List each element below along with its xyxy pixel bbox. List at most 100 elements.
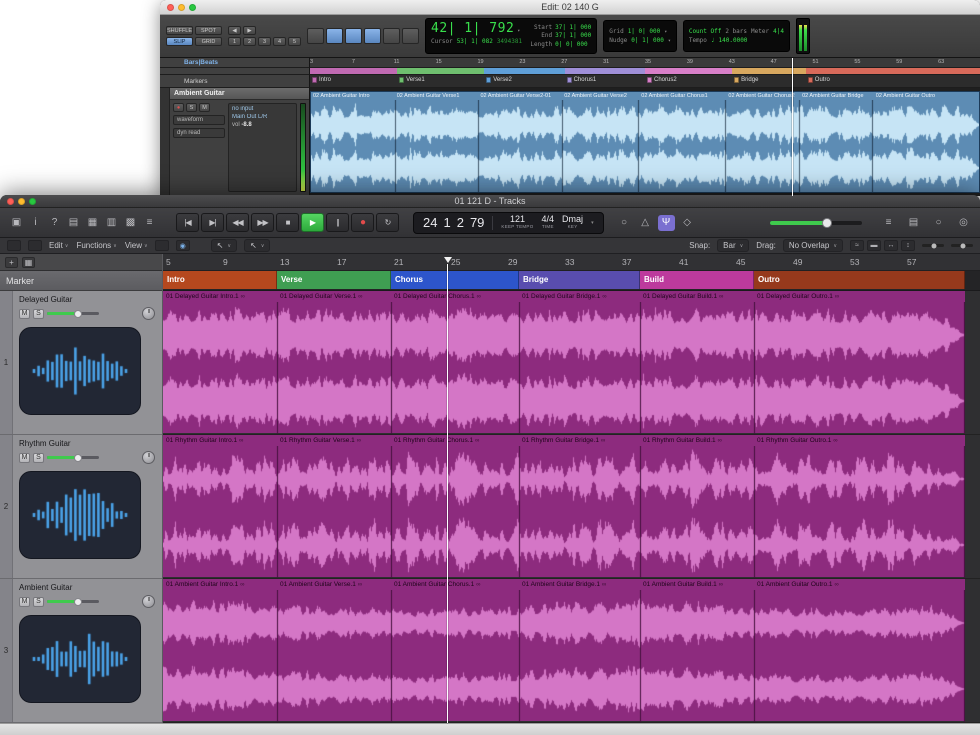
audio-region[interactable]: 01 Ambient Guitar Outro.1∞ xyxy=(754,579,965,722)
pt-session-display[interactable]: Count Off 2 bars Meter 4|4 Tempo ♩ 140.0… xyxy=(683,20,790,52)
note-pads-icon[interactable]: ▤ xyxy=(905,215,922,231)
zoom-preset-5-button[interactable]: 5 xyxy=(288,37,301,46)
solo-button[interactable]: S xyxy=(33,309,44,319)
pt-marker-outro[interactable]: Outro xyxy=(808,77,830,83)
mixer-icon[interactable]: ▥ xyxy=(103,215,120,231)
volume-thumb[interactable] xyxy=(74,310,82,318)
pt-field-value[interactable]: 0| 0| 000 xyxy=(555,41,588,48)
close-button[interactable] xyxy=(7,198,14,205)
zoom-preset-1-button[interactable]: 1 xyxy=(228,37,241,46)
smart-controls-icon[interactable]: ▦ xyxy=(84,215,101,231)
trim-tool-button[interactable] xyxy=(307,28,324,44)
edit-mode-slip-button[interactable]: SLIP xyxy=(166,37,193,46)
browsers-icon[interactable]: ◎ xyxy=(955,215,972,231)
edit-mode-shuffle-button[interactable]: SHUFFLE xyxy=(166,26,193,35)
inspector-icon[interactable]: i xyxy=(27,215,44,231)
pt-field-value[interactable]: 37| 1| 000 xyxy=(555,24,591,31)
functions-menu[interactable]: Functions∨ xyxy=(76,241,116,250)
pan-knob[interactable] xyxy=(142,307,155,320)
pt-marker-verse2[interactable]: Verse2 xyxy=(486,77,512,83)
playhead-handle[interactable] xyxy=(444,257,452,263)
chevron-down-icon[interactable]: ▾ xyxy=(664,29,667,35)
pt-tempo-value[interactable]: 140.0000 xyxy=(719,37,748,44)
minimize-button[interactable] xyxy=(178,4,185,11)
audio-region[interactable]: 01 Ambient Guitar Intro.1∞ xyxy=(163,579,277,722)
pt-audio-region[interactable]: 02 Ambient Guitar Verse2 xyxy=(562,92,639,192)
zoom-in-button[interactable]: ▶ xyxy=(243,26,256,35)
edit-menu[interactable]: Edit∨ xyxy=(49,241,68,250)
pt-marker-verse1[interactable]: Verse1 xyxy=(399,77,425,83)
pt-solo-button[interactable]: S xyxy=(186,103,197,112)
go-to-end-button[interactable]: ▶| xyxy=(201,213,224,232)
edit-mode-spot-button[interactable]: SPOT xyxy=(195,26,222,35)
audio-region[interactable]: 01 Ambient Guitar Chorus.1∞ xyxy=(391,579,519,722)
audio-region[interactable]: 01 Ambient Guitar Bridge.1∞ xyxy=(519,579,640,722)
marker-chorus[interactable]: Chorus xyxy=(391,271,519,289)
main-window-icon[interactable]: ▣ xyxy=(8,215,25,231)
smart-tool-button[interactable] xyxy=(402,28,419,44)
audio-region[interactable]: 01 Rhythm Guitar Outro.1∞ xyxy=(754,435,965,578)
record-button[interactable]: ● xyxy=(351,213,374,232)
lcd-tempo[interactable]: 121 KEEP TEMPO xyxy=(501,215,533,230)
pt-main-counter[interactable]: 42| 1| 792 ▾ Cursor 53| 1| 082 3494381 S… xyxy=(425,18,597,54)
minimize-button[interactable] xyxy=(18,198,25,205)
audio-region[interactable]: 01 Delayed Guitar Outro.1∞ xyxy=(754,291,965,434)
pt-count-off-label[interactable]: Count Off xyxy=(689,28,722,35)
protools-titlebar[interactable]: Edit: 02 140 G xyxy=(160,0,980,15)
metronome-icon[interactable]: △ xyxy=(637,215,654,231)
audio-region[interactable]: 01 Delayed Guitar Verse.1∞ xyxy=(277,291,391,434)
audio-region[interactable]: 01 Delayed Guitar Bridge.1∞ xyxy=(519,291,640,434)
track-name[interactable]: Ambient Guitar xyxy=(19,583,155,592)
pt-audio-region[interactable]: 02 Ambient Guitar Chorus2 xyxy=(726,92,800,192)
v-zoom-slider[interactable] xyxy=(951,244,973,247)
logic-titlebar[interactable]: 01 121 D - Tracks xyxy=(0,195,980,208)
bar-ruler[interactable]: 59131721252933374145495357 xyxy=(163,254,980,271)
pt-ruler-label[interactable]: Bars|Beats xyxy=(184,59,218,66)
v-zoom-icon[interactable]: ↕ xyxy=(901,240,915,251)
grabber-tool-button[interactable] xyxy=(345,28,362,44)
quick-help-icon[interactable]: ? xyxy=(46,215,63,231)
pt-track-name[interactable]: Ambient Guitar xyxy=(170,88,309,100)
pt-audio-region[interactable]: 02 Ambient Guitar Verse1 xyxy=(395,92,479,192)
pt-input-selector[interactable]: no input xyxy=(232,106,293,112)
pause-button[interactable]: || xyxy=(326,213,349,232)
playhead[interactable] xyxy=(447,264,448,723)
mute-button[interactable]: M xyxy=(19,453,30,463)
stop-button[interactable]: ■ xyxy=(276,213,299,232)
marker-outro[interactable]: Outro xyxy=(754,271,965,289)
zoom-out-button[interactable]: ◀ xyxy=(228,26,241,35)
selector-tool-button[interactable] xyxy=(326,28,343,44)
list-icon[interactable]: ≡ xyxy=(141,215,158,231)
marker-intro[interactable]: Intro xyxy=(163,271,277,289)
track-volume-slider[interactable] xyxy=(47,312,99,315)
count-in-icon[interactable]: ○ xyxy=(616,215,633,231)
pt-record-enable-button[interactable]: ● xyxy=(173,103,184,112)
master-icon[interactable]: ◇ xyxy=(679,215,696,231)
lcd-key[interactable]: Dmaj KEY xyxy=(562,215,583,230)
pt-track-view-selector[interactable]: waveform xyxy=(173,115,225,125)
pt-grid-nudge-display[interactable]: Grid 1| 0| 000 ▾ Nudge 0| 1| 000 ▾ xyxy=(603,20,677,52)
tuner-icon[interactable]: Ψ xyxy=(658,215,675,231)
audio-region[interactable]: 01 Rhythm Guitar Bridge.1∞ xyxy=(519,435,640,578)
cmd-click-tool-menu[interactable]: ↖ ∨ xyxy=(244,239,270,252)
volume-slider-track[interactable] xyxy=(770,221,862,225)
loop-browser-icon[interactable]: ○ xyxy=(930,215,947,231)
track-header-3[interactable]: 3Ambient GuitarMS xyxy=(0,579,162,723)
pt-marker-intro[interactable]: Intro xyxy=(312,77,331,83)
chevron-down-icon[interactable]: ▾ xyxy=(668,38,671,44)
master-volume[interactable] xyxy=(770,221,862,225)
play-button[interactable]: ▶ xyxy=(301,213,324,232)
h-zoom-icon[interactable]: ↔ xyxy=(884,240,898,251)
pt-markers-header[interactable]: Markers xyxy=(160,75,310,88)
audio-region[interactable]: 01 Rhythm Guitar Verse.1∞ xyxy=(277,435,391,578)
pt-field-value[interactable]: 37| 1| 000 xyxy=(555,32,591,39)
rewind-button[interactable]: ◀◀ xyxy=(226,213,249,232)
mute-button[interactable]: M xyxy=(19,309,30,319)
scrubber-tool-button[interactable] xyxy=(364,28,381,44)
zoom-preset-3-button[interactable]: 3 xyxy=(258,37,271,46)
solo-button[interactable]: S xyxy=(33,597,44,607)
pan-knob[interactable] xyxy=(142,451,155,464)
left-click-tool-menu[interactable]: ↖ ∨ xyxy=(211,239,237,252)
pt-nudge-value[interactable]: 0| 1| 000 xyxy=(631,37,664,44)
go-to-beginning-button[interactable]: |◀ xyxy=(176,213,199,232)
